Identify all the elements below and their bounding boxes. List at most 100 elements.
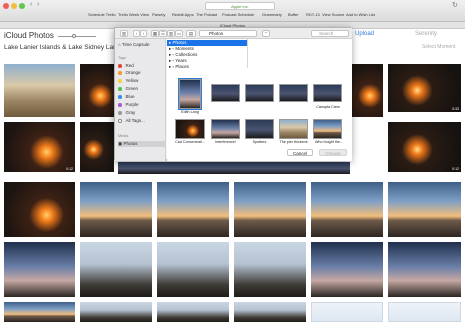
photo-thumbnail[interactable]: [279, 84, 308, 102]
photo-thumbnail[interactable]: [178, 78, 202, 110]
thumbnail-caption: Who fought the...: [314, 140, 344, 144]
sidebar-tag-gray[interactable]: Gray: [118, 110, 165, 116]
photo-thumbnail[interactable]: [80, 122, 114, 172]
thumbnail-caption: The pier thickens: [279, 140, 308, 144]
photo-thumbnail[interactable]: [4, 64, 75, 117]
photo-thumbnail[interactable]: [234, 182, 306, 237]
forward-icon[interactable]: ›: [140, 30, 147, 37]
zoom-window-icon[interactable]: [19, 3, 25, 9]
select-moment-link[interactable]: Select Moment: [422, 44, 455, 50]
sidebar-tag-orange[interactable]: Orange: [118, 70, 165, 76]
search-input[interactable]: Search: [311, 30, 349, 37]
sidebar-item-time-capsule[interactable]: ⌂ Time Capsule: [118, 42, 165, 48]
upload-button[interactable]: Upload: [355, 31, 374, 37]
choose-button[interactable]: Choose: [319, 149, 347, 156]
group-menu-icon[interactable]: ▤: [186, 30, 196, 37]
bookmark-item[interactable]: Trello Week View: [118, 12, 149, 17]
photo-thumbnail[interactable]: [388, 182, 461, 237]
photo-thumbnail[interactable]: [157, 182, 229, 237]
photo-thumbnail[interactable]: [80, 182, 152, 237]
sidebar-tag-yellow[interactable]: Yellow: [118, 78, 165, 84]
photo-thumbnail[interactable]: [350, 64, 383, 117]
photo-thumbnail[interactable]: [118, 162, 350, 174]
photo-thumbnail[interactable]: [175, 119, 205, 139]
photo-thumbnail[interactable]: [4, 182, 75, 237]
column-item-years[interactable]: ▸ ▫ Years: [167, 58, 247, 64]
photo-thumbnail[interactable]: [157, 242, 229, 297]
chevron-up-icon[interactable]: ⌃: [262, 30, 270, 37]
close-window-icon[interactable]: [3, 3, 9, 9]
photo-thumbnail[interactable]: [80, 242, 152, 297]
sidebar-tag-blue[interactable]: Blue: [118, 94, 165, 100]
sidebar-section-media: Media: [118, 134, 129, 138]
screenshot-thumbnail[interactable]: [311, 302, 383, 322]
back-icon[interactable]: ‹: [133, 30, 140, 37]
sidebar-tag-purple[interactable]: Purple: [118, 102, 165, 108]
forward-icon[interactable]: ›: [37, 1, 39, 8]
reload-icon[interactable]: ↻: [452, 1, 458, 9]
photo-thumbnail[interactable]: [211, 119, 240, 139]
sidebar-item-photos[interactable]: ▣ Photos: [118, 141, 165, 147]
sidebar-toggle-icon[interactable]: ▥: [120, 30, 128, 37]
photo-thumbnail[interactable]: [311, 242, 383, 297]
photo-thumbnail[interactable]: [245, 84, 274, 102]
photo-thumbnail[interactable]: [311, 182, 383, 237]
video-thumbnail[interactable]: 0:12: [4, 122, 75, 172]
bookmark-item[interactable]: RDT-13: [306, 12, 320, 17]
bookmark-item[interactable]: Buffer: [288, 12, 299, 17]
photo-thumbnail[interactable]: [234, 302, 306, 322]
icon-view-icon[interactable]: ▦: [151, 30, 159, 37]
photo-thumbnail[interactable]: [245, 119, 274, 139]
bookmark-item[interactable]: Add to Wish List: [346, 12, 375, 17]
thumbnail-caption: Interference!: [215, 140, 236, 144]
photo-thumbnail[interactable]: [157, 302, 229, 322]
video-thumbnail[interactable]: 0:33: [388, 64, 461, 112]
back-icon[interactable]: ‹: [30, 1, 32, 8]
column-view-icon[interactable]: ▥: [167, 30, 175, 37]
video-thumbnail[interactable]: 0:12: [388, 122, 461, 172]
column-item-places[interactable]: ▸ ▫ Places: [167, 64, 247, 70]
bookmark-item[interactable]: Grammarly: [262, 12, 282, 17]
zoom-slider-knob[interactable]: [72, 34, 76, 38]
sidebar-all-tags[interactable]: All Tags...: [118, 118, 165, 124]
dialog-browser: ▸ Photos ▸ ▫ Moments ▸ ▫ Collections ▸ ▫…: [167, 39, 352, 161]
bookmark-item[interactable]: Reddit Apps: [172, 12, 194, 17]
app-logo[interactable]: iCloud Photos: [4, 31, 54, 40]
address-bar[interactable]: Apple Inc.: [205, 2, 275, 10]
sidebar-section-tags: Tags: [118, 56, 127, 60]
sidebar-tag-green[interactable]: Green: [118, 86, 165, 92]
user-menu[interactable]: Serenity: [415, 31, 437, 37]
photo-thumbnail[interactable]: [234, 242, 306, 297]
gallery-view-icon[interactable]: ▭: [175, 30, 183, 37]
bookmark-item[interactable]: The Pulcast: [196, 12, 217, 17]
video-duration: 0:33: [452, 107, 459, 111]
column-item-photos[interactable]: ▸ Photos: [167, 40, 247, 46]
column-divider: [247, 39, 248, 68]
photo-thumbnail[interactable]: [211, 84, 240, 102]
photo-thumbnail[interactable]: [388, 242, 461, 297]
photo-thumbnail[interactable]: [313, 119, 342, 139]
photo-thumbnail[interactable]: [80, 302, 152, 322]
minimize-window-icon[interactable]: [11, 3, 17, 9]
sidebar-tag-red[interactable]: Red: [118, 63, 165, 69]
video-duration: 0:12: [452, 167, 459, 171]
photo-thumbnail[interactable]: [4, 242, 75, 297]
cancel-button[interactable]: Cancel: [287, 149, 313, 156]
zoom-slider-track[interactable]: [58, 36, 96, 37]
browser-toolbar: ‹ › Apple Inc. ↻ Schedule Trello Trello …: [0, 0, 465, 22]
bookmark-item[interactable]: Podcast Schedule: [222, 12, 254, 17]
photo-thumbnail[interactable]: [279, 119, 308, 139]
photo-thumbnail[interactable]: [313, 84, 342, 102]
location-popup[interactable]: Photos: [199, 30, 257, 37]
column-item-moments[interactable]: ▸ ▫ Moments: [167, 46, 247, 52]
file-chooser-dialog: ▥ ‹ › ▦ ☰ ▥ ▭ ▤ Photos ⌃ Search ⌂ Time C…: [114, 27, 352, 161]
photo-thumbnail[interactable]: [80, 64, 114, 117]
screenshot-thumbnail[interactable]: [388, 302, 461, 322]
column-item-collections[interactable]: ▸ ▫ Collections: [167, 52, 247, 58]
list-view-icon[interactable]: ☰: [159, 30, 167, 37]
bookmark-item[interactable]: View Source: [322, 12, 344, 17]
bookmark-item[interactable]: Parsely: [152, 12, 165, 17]
photo-thumbnail[interactable]: [4, 302, 75, 322]
bookmark-item[interactable]: Schedule Trello: [88, 12, 116, 17]
thumbnail-caption: Cad Concentrati...: [175, 140, 205, 144]
